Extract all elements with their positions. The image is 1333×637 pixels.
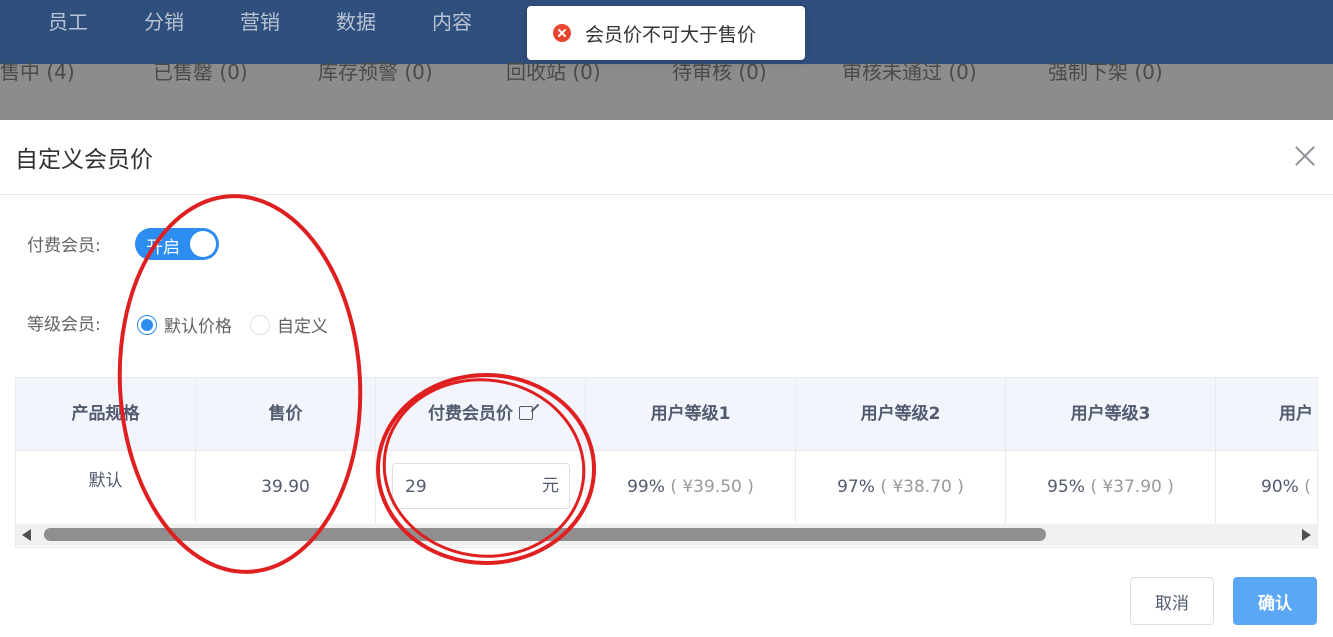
error-toast: 会员价不可大于售价 [527,6,805,60]
radio-default-price[interactable]: 默认价格 [137,312,232,337]
member-price-table: 产品规格 售价 付费会员价 用户等级1 用户等级2 用户等级3 用户 默认 39… [15,377,1318,548]
switch-knob [190,231,216,257]
level-price: ( ¥39.50 ) [670,477,754,497]
switch-text: 开启 [146,238,180,258]
level-price: ( ¥38.70 ) [880,477,964,497]
cell-level-2: 97% ( ¥38.70 ) [796,451,1006,524]
header-level-3: 用户等级3 [1006,378,1216,450]
tab-on-sale[interactable]: 销售中 (4) [0,56,75,85]
nav-item-staff[interactable]: 员工 [48,6,88,35]
dialog-header: 自定义会员价 [0,120,1333,195]
header-member-price-label: 付费会员价 [428,404,513,424]
custom-member-price-dialog: 自定义会员价 付费会员: 开启 等级会员: 默认价格 自定义 产品规格 售价 付… [0,120,1333,637]
cancel-button[interactable]: 取消 [1130,577,1214,625]
radio-custom[interactable]: 自定义 [250,312,328,337]
scroll-thumb[interactable] [44,528,1046,541]
edit-icon[interactable] [519,406,533,420]
cell-price: 39.90 [196,451,376,524]
paid-member-switch[interactable]: 开启 [135,228,219,260]
close-icon[interactable] [1294,145,1316,167]
header-level-2: 用户等级2 [796,378,1006,450]
confirm-button[interactable]: 确认 [1233,577,1317,625]
radio-dot [250,314,270,335]
nav-item-distribution[interactable]: 分销 [144,6,184,35]
header-level-1: 用户等级1 [586,378,796,450]
nav-item-content[interactable]: 内容 [432,6,472,35]
member-price-input[interactable] [403,474,527,500]
header-member-price: 付费会员价 [376,378,586,450]
scroll-right-icon[interactable] [1302,529,1311,541]
header-level-4: 用户 [1216,378,1317,450]
cell-spec: 默认 [16,451,196,524]
tab-review-failed[interactable]: 审核未通过 (0) [842,56,977,85]
level-percent: 95% [1047,477,1085,497]
tab-stock-warning[interactable]: 库存预警 (0) [318,56,433,85]
cell-level-4: 90% ( [1216,451,1317,524]
horizontal-scrollbar[interactable] [16,524,1317,546]
member-price-input-wrapper: 元 [392,463,570,509]
level-price: ( ¥37.90 ) [1090,477,1174,497]
radio-dot [137,314,157,335]
paid-member-label: 付费会员: [27,236,101,256]
radio-label: 默认价格 [164,317,232,337]
price-unit: 元 [542,476,559,496]
nav-item-marketing[interactable]: 营销 [240,6,280,35]
tab-sold-out[interactable]: 已售罄 (0) [153,56,248,85]
tab-force-removed[interactable]: 强制下架 (0) [1048,56,1163,85]
toast-message: 会员价不可大于售价 [585,23,757,46]
level-member-label: 等级会员: [27,315,101,335]
dialog-title: 自定义会员价 [15,147,153,173]
level-percent: 99% [627,477,665,497]
cell-level-1: 99% ( ¥39.50 ) [586,451,796,524]
tab-recycle-bin[interactable]: 回收站 (0) [506,56,601,85]
scroll-left-icon[interactable] [22,529,31,541]
nav-item-data[interactable]: 数据 [336,6,376,35]
radio-label: 自定义 [277,317,328,337]
level-price: ( [1304,477,1311,497]
error-circle-icon [553,24,571,42]
cell-member-price: 元 [376,451,586,524]
header-spec: 产品规格 [16,378,196,450]
table-header: 产品规格 售价 付费会员价 用户等级1 用户等级2 用户等级3 用户 [16,378,1317,450]
cell-level-3: 95% ( ¥37.90 ) [1006,451,1216,524]
header-price: 售价 [196,378,376,450]
tab-pending-review[interactable]: 待审核 (0) [672,56,767,85]
table-row: 默认 39.90 元 99% ( ¥39.50 ) 97% ( ¥38.70 )… [16,450,1317,525]
level-percent: 90% [1261,477,1299,497]
level-percent: 97% [837,477,875,497]
product-status-tabs: 销售中 (4) 已售罄 (0) 库存预警 (0) 回收站 (0) 待审核 (0)… [0,60,1333,121]
